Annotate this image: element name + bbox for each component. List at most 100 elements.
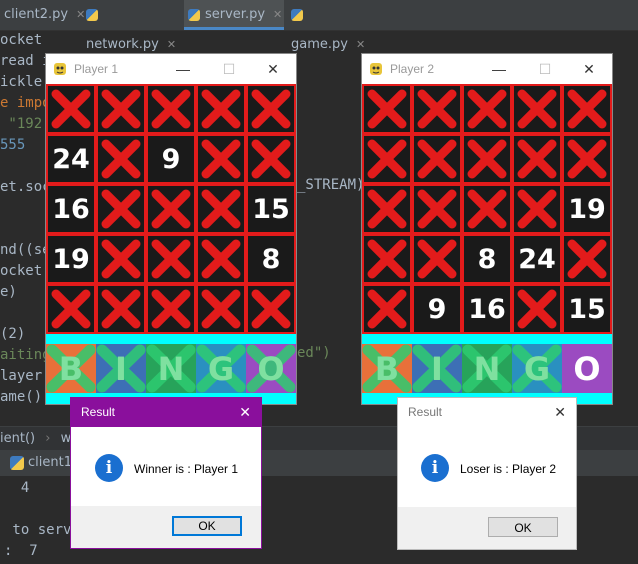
- number-cell[interactable]: 8: [248, 236, 294, 282]
- number-cell[interactable]: 9: [414, 286, 460, 332]
- marked-cell-x[interactable]: [364, 136, 410, 182]
- close-button[interactable]: ✕: [250, 54, 296, 84]
- number-cell[interactable]: 24: [514, 236, 560, 282]
- maximize-button[interactable]: ☐: [206, 54, 252, 84]
- marked-cell-x[interactable]: [564, 86, 610, 132]
- marked-cell-x[interactable]: [98, 286, 144, 332]
- marked-cell-x[interactable]: [48, 86, 94, 132]
- bingo-letter-tile: B: [46, 344, 96, 393]
- number-cell[interactable]: 15: [248, 186, 294, 232]
- marked-cell-x[interactable]: [464, 86, 510, 132]
- close-icon[interactable]: ✕: [356, 38, 365, 51]
- number-cell[interactable]: 16: [464, 286, 510, 332]
- marked-cell-x[interactable]: [364, 86, 410, 132]
- close-icon[interactable]: ✕: [167, 38, 176, 51]
- close-button[interactable]: ✕: [566, 54, 612, 84]
- bingo-letter-tile: G: [512, 344, 562, 393]
- close-icon[interactable]: ✕: [273, 8, 282, 21]
- tab-network[interactable]: network.py ✕: [82, 0, 180, 52]
- marked-cell-x[interactable]: [414, 236, 460, 282]
- run-tab-label[interactable]: client1: [28, 455, 72, 470]
- code-line: layer: [0, 368, 43, 384]
- dialog-body: i Loser is : Player 2: [398, 427, 576, 511]
- marked-cell-x[interactable]: [248, 86, 294, 132]
- marked-cell-x[interactable]: [198, 236, 244, 282]
- number-cell[interactable]: 24: [48, 136, 94, 182]
- marked-cell-x[interactable]: [514, 286, 560, 332]
- x-mark-icon: [517, 189, 557, 229]
- close-icon[interactable]: ✕: [554, 398, 566, 427]
- separator-bar: [46, 334, 296, 344]
- tab-game[interactable]: game.py ✕: [287, 0, 379, 52]
- marked-cell-x[interactable]: [48, 286, 94, 332]
- number-cell[interactable]: 16: [48, 186, 94, 232]
- marked-cell-x[interactable]: [198, 136, 244, 182]
- code-editor[interactable]: ocket read i ickle e impo "192. 555 et.soc nd(…: [0, 30, 51, 408]
- marked-cell-x[interactable]: [564, 136, 610, 182]
- marked-cell-x[interactable]: [148, 186, 194, 232]
- marked-cell-x[interactable]: [364, 286, 410, 332]
- x-mark-icon: [467, 89, 507, 129]
- x-mark-icon: [101, 189, 141, 229]
- tab-server[interactable]: server.py ✕: [184, 0, 284, 30]
- marked-cell-x[interactable]: [464, 186, 510, 232]
- ok-button[interactable]: OK: [488, 517, 558, 537]
- x-mark-icon: [367, 139, 407, 179]
- marked-cell-x[interactable]: [148, 86, 194, 132]
- code-line: e impo: [0, 95, 51, 111]
- marked-cell-x[interactable]: [148, 286, 194, 332]
- marked-cell-x[interactable]: [98, 136, 144, 182]
- marked-cell-x[interactable]: [464, 136, 510, 182]
- python-file-icon: [291, 8, 303, 21]
- tab-client2[interactable]: client2.py ✕: [0, 0, 85, 30]
- number-cell[interactable]: 9: [148, 136, 194, 182]
- python-icon: [10, 455, 24, 470]
- x-mark-icon: [251, 139, 291, 179]
- marked-cell-x[interactable]: [248, 286, 294, 332]
- marked-cell-x[interactable]: [514, 186, 560, 232]
- pygame-logo-icon: [54, 63, 66, 75]
- dialog-footer: OK: [71, 506, 261, 548]
- marked-cell-x[interactable]: [364, 236, 410, 282]
- dialog-body: i Winner is : Player 1: [71, 427, 261, 511]
- minimize-button[interactable]: —: [476, 54, 522, 84]
- x-mark-icon: [517, 139, 557, 179]
- marked-cell-x[interactable]: [414, 136, 460, 182]
- close-icon[interactable]: ✕: [239, 398, 251, 427]
- x-mark-icon: [201, 239, 241, 279]
- marked-cell-x[interactable]: [198, 186, 244, 232]
- marked-cell-x[interactable]: [414, 186, 460, 232]
- number-cell[interactable]: 19: [48, 236, 94, 282]
- marked-cell-x[interactable]: [248, 136, 294, 182]
- bingo-letter-tile: G: [196, 344, 246, 393]
- breadcrumb-item[interactable]: ient(): [0, 431, 35, 446]
- dialog-title-bar: Result ✕: [398, 398, 576, 427]
- marked-cell-x[interactable]: [98, 186, 144, 232]
- x-mark-icon: [151, 289, 191, 329]
- number-cell[interactable]: 8: [464, 236, 510, 282]
- console-line: 4: [4, 480, 30, 496]
- bingo-letter: I: [431, 349, 443, 388]
- minimize-button[interactable]: —: [160, 54, 206, 84]
- marked-cell-x[interactable]: [414, 86, 460, 132]
- x-mark-icon: [51, 89, 91, 129]
- marked-cell-x[interactable]: [514, 136, 560, 182]
- marked-cell-x[interactable]: [148, 236, 194, 282]
- number-cell[interactable]: 19: [564, 186, 610, 232]
- dialog-footer: OK: [398, 507, 576, 549]
- marked-cell-x[interactable]: [198, 286, 244, 332]
- number-cell[interactable]: 15: [564, 286, 610, 332]
- bingo-letter-tile: B: [362, 344, 412, 393]
- marked-cell-x[interactable]: [514, 86, 560, 132]
- marked-cell-x[interactable]: [98, 86, 144, 132]
- marked-cell-x[interactable]: [98, 236, 144, 282]
- marked-cell-x[interactable]: [364, 186, 410, 232]
- maximize-button[interactable]: ☐: [522, 54, 568, 84]
- info-icon: i: [421, 454, 449, 482]
- marked-cell-x[interactable]: [198, 86, 244, 132]
- x-mark-icon: [417, 239, 457, 279]
- dialog-title: Result: [408, 405, 443, 419]
- ok-button[interactable]: OK: [172, 516, 242, 536]
- marked-cell-x[interactable]: [564, 236, 610, 282]
